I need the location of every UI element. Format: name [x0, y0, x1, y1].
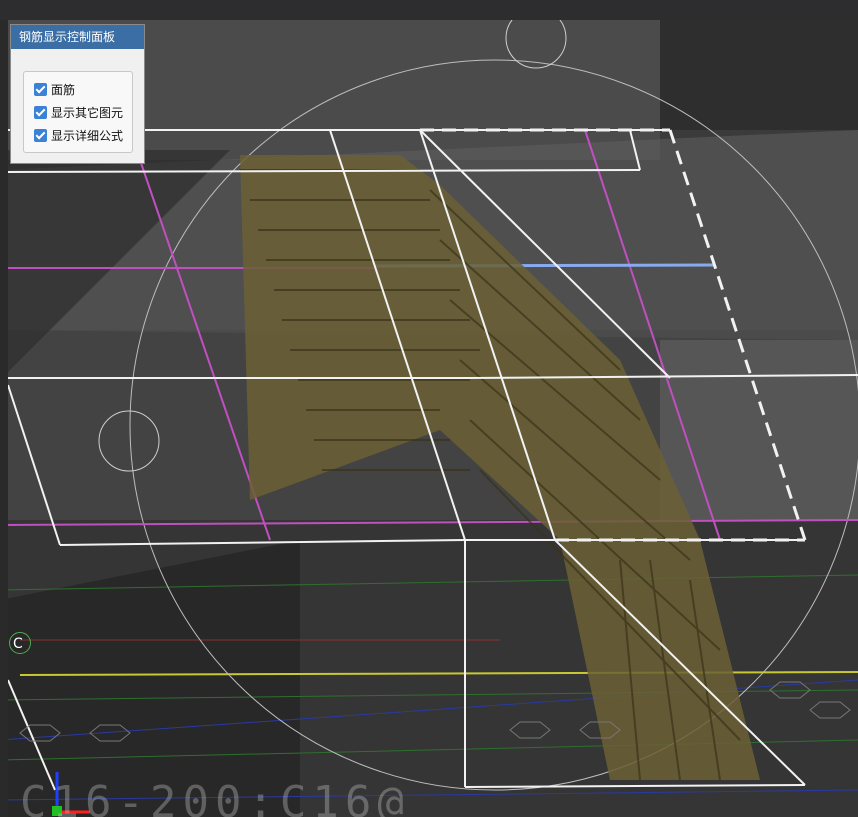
back-dark-region: [660, 20, 858, 130]
grid-axis-label[interactable]: C: [9, 632, 31, 654]
checkbox-checked-icon[interactable]: [34, 105, 47, 119]
rebar-display-panel: 钢筋显示控制面板 面筋 显示其它图元 显示详细公式: [10, 24, 145, 164]
option-face-rebar[interactable]: 面筋: [34, 80, 75, 98]
option-show-other-elements[interactable]: 显示其它图元: [34, 103, 123, 121]
option-label: 显示其它图元: [51, 105, 124, 120]
right-block: [660, 340, 858, 520]
option-label: 显示详细公式: [51, 128, 124, 143]
checkbox-checked-icon[interactable]: [34, 82, 47, 96]
title-bar: [0, 0, 858, 21]
panel-title: 钢筋显示控制面板: [11, 25, 144, 49]
checkbox-checked-icon[interactable]: [34, 128, 47, 142]
left-edge-strip: [0, 20, 8, 817]
rebar-spec-text: C16-200:C16@: [20, 777, 410, 817]
option-group: 面筋 显示其它图元 显示详细公式: [23, 71, 133, 153]
option-show-detailed-formula[interactable]: 显示详细公式: [34, 126, 123, 144]
option-label: 面筋: [51, 82, 76, 97]
